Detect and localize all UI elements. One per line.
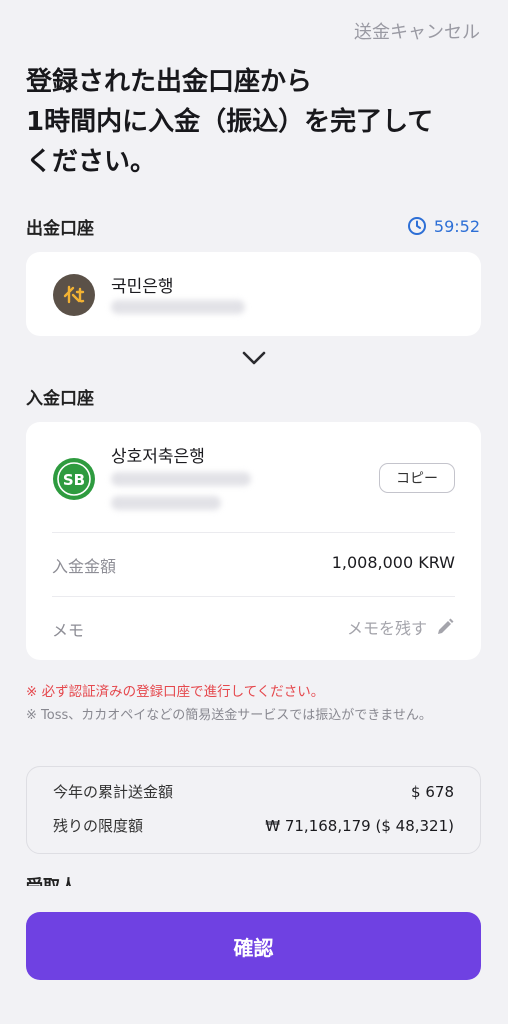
yearly-total-value: $ 678 — [411, 783, 454, 801]
deposit-amount-value: 1,008,000 KRW — [331, 553, 455, 572]
svg-text:SB: SB — [63, 471, 85, 489]
remaining-limit-value: ₩ 71,168,179 ($ 48,321) — [265, 817, 454, 835]
kb-bank-logo — [53, 274, 95, 316]
divider — [52, 532, 455, 533]
destination-account-card: SB 상호저축은행 コピー 入金金額 1,008,000 KRW メモ メモを残… — [26, 422, 481, 660]
destination-bank-name: 상호저축은행 — [111, 447, 205, 467]
pencil-icon — [438, 618, 454, 634]
page-title-line-3: ください。 — [26, 147, 157, 177]
page-title-line-1: 登録された出金口座から — [26, 67, 313, 97]
verified-account-warning: ※ 必ず認証済みの登録口座で進行してください。 — [26, 684, 325, 700]
transfer-limit-summary: 今年の累計送金額 $ 678 残りの限度額 ₩ 71,168,179 ($ 48… — [26, 766, 481, 854]
source-account-card: 국민은행 — [26, 252, 481, 336]
source-bank-name: 국민은행 — [111, 277, 174, 297]
sb-bank-logo: SB — [53, 458, 95, 500]
cancel-transfer-link[interactable]: 送金キャンセル — [354, 18, 480, 44]
destination-account-holder-masked — [111, 496, 221, 510]
timer-text: 59:52 — [433, 216, 480, 236]
page-title: 登録された出金口座から 1時間内に入金（振込）を完了して ください。 — [26, 62, 486, 182]
simple-transfer-note: ※ Toss、カカオペイなどの簡易送金サービスでは振込ができません。 — [26, 708, 432, 723]
leave-memo-label: メモを残す — [346, 619, 427, 638]
countdown-timer: 59:52 — [407, 216, 480, 236]
page-title-line-2: 1時間内に入金（振込）を完了して — [26, 107, 434, 137]
transfer-page: 送金キャンセル 登録された出金口座から 1時間内に入金（振込）を完了して くださ… — [0, 0, 508, 1024]
source-account-label: 出金口座 — [26, 219, 94, 239]
remaining-limit-label: 残りの限度額 — [53, 817, 144, 835]
leave-memo-button[interactable]: メモを残す — [347, 615, 455, 639]
confirm-button[interactable]: 確認 — [26, 912, 481, 980]
divider — [52, 596, 455, 597]
clock-icon — [407, 217, 426, 235]
yearly-total-label: 今年の累計送金額 — [53, 783, 174, 801]
deposit-amount-label: 入金金額 — [52, 557, 117, 576]
copy-account-button[interactable]: コピー — [379, 463, 455, 493]
destination-account-number-masked — [111, 472, 251, 486]
chevron-down-icon — [242, 351, 266, 365]
memo-label: メモ — [52, 621, 85, 640]
source-account-number-masked — [111, 300, 245, 314]
destination-account-label: 入金口座 — [26, 389, 94, 409]
